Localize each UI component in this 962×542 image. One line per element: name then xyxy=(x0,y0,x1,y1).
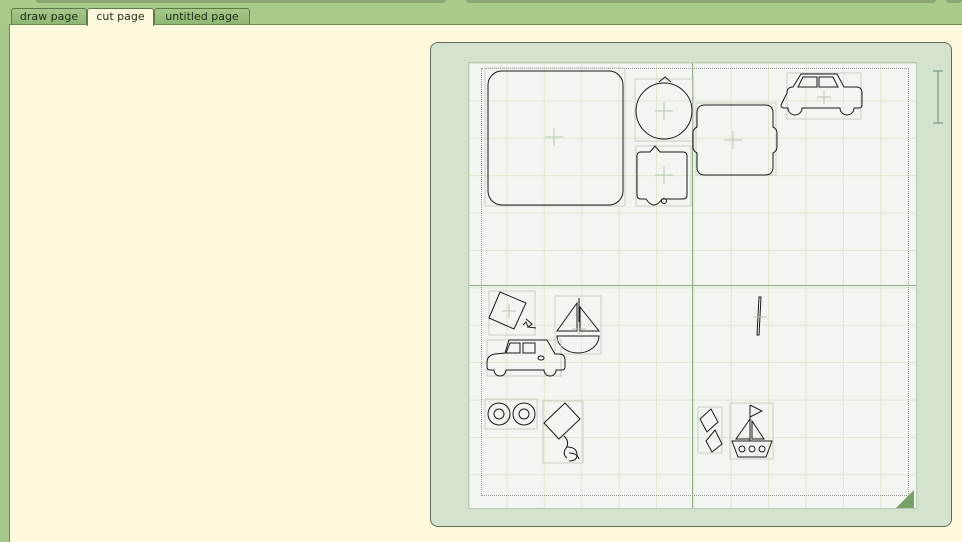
car-shape[interactable] xyxy=(486,339,566,377)
tab-cut-page[interactable]: cut page xyxy=(87,8,154,26)
mat-grid[interactable] xyxy=(468,62,917,509)
wheels-shape[interactable] xyxy=(484,398,538,430)
rounded-square-shape[interactable] xyxy=(484,67,626,207)
tab-untitled-page[interactable]: untitled page xyxy=(154,8,250,25)
corner-triangle-icon[interactable] xyxy=(896,490,914,508)
scalloped-label-shape[interactable] xyxy=(692,102,778,176)
top-knob-right xyxy=(946,0,962,3)
top-knob-left xyxy=(36,0,446,3)
car-shape[interactable] xyxy=(780,72,863,120)
top-knob-center xyxy=(466,0,936,3)
tab-bar: draw page cut page untitled page xyxy=(0,0,962,26)
kite-with-tail-shape[interactable] xyxy=(542,400,584,464)
sailboat-shape[interactable] xyxy=(554,295,602,355)
boat-shape[interactable] xyxy=(729,402,774,460)
diamonds-shape[interactable] xyxy=(697,406,723,454)
tag-shape[interactable] xyxy=(635,145,692,207)
ornament-circle-shape[interactable] xyxy=(634,76,694,142)
tab-draw-page[interactable]: draw page xyxy=(11,8,87,25)
line-shape[interactable] xyxy=(753,296,767,336)
cutting-mat xyxy=(430,42,952,527)
kite-shape[interactable] xyxy=(488,290,537,336)
vertical-resize-icon[interactable] xyxy=(930,70,946,124)
mat-shapes-layer xyxy=(484,67,863,464)
